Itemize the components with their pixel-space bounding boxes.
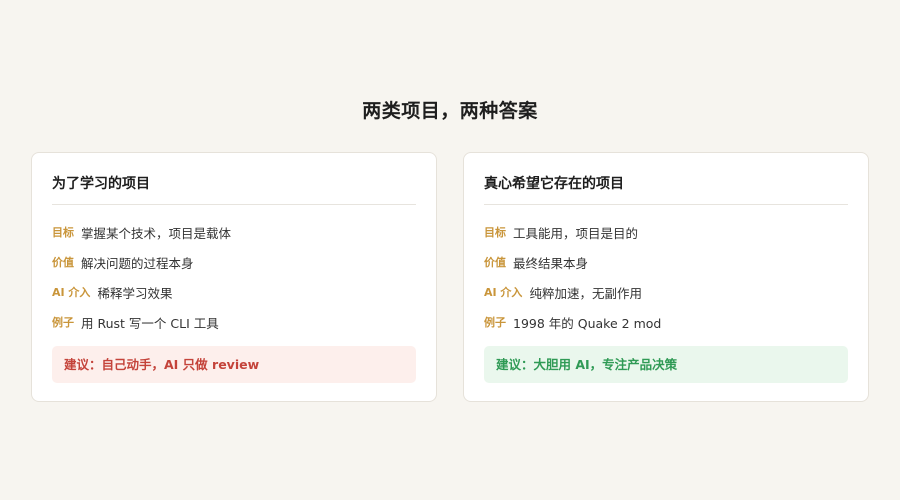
row-example: 例子 用 Rust 写一个 CLI 工具	[52, 307, 416, 337]
advice-banner: 建议：自己动手，AI 只做 review	[52, 346, 416, 383]
card-rows: 目标 掌握某个技术，项目是载体 价值 解决问题的过程本身 AI 介入 稀释学习效…	[52, 217, 416, 337]
row-value-item: 价值 解决问题的过程本身	[52, 247, 416, 277]
row-goal: 目标 工具能用，项目是目的	[484, 217, 848, 247]
advice-banner: 建议：大胆用 AI，专注产品决策	[484, 346, 848, 383]
row-label: AI 介入	[52, 286, 91, 299]
row-label: 价值	[484, 256, 506, 269]
row-label: 例子	[484, 316, 506, 329]
row-label: 例子	[52, 316, 74, 329]
row-value-item: 价值 最终结果本身	[484, 247, 848, 277]
row-value: 纯粹加速，无副作用	[529, 285, 642, 301]
row-value: 最终结果本身	[513, 255, 589, 271]
row-value: 工具能用，项目是目的	[513, 225, 639, 241]
page-title: 两类项目，两种答案	[362, 100, 538, 122]
learning-project-card: 为了学习的项目 目标 掌握某个技术，项目是载体 价值 解决问题的过程本身 AI …	[31, 152, 437, 402]
row-value: 用 Rust 写一个 CLI 工具	[81, 315, 219, 331]
row-value: 掌握某个技术，项目是载体	[81, 225, 232, 241]
row-ai-involvement: AI 介入 稀释学习效果	[52, 277, 416, 307]
card-title: 为了学习的项目	[52, 153, 416, 205]
row-label: AI 介入	[484, 286, 523, 299]
card-title: 真心希望它存在的项目	[484, 153, 848, 205]
row-label: 目标	[484, 226, 506, 239]
row-label: 价值	[52, 256, 74, 269]
row-value: 解决问题的过程本身	[81, 255, 194, 271]
row-value: 稀释学习效果	[97, 285, 173, 301]
wanted-project-card: 真心希望它存在的项目 目标 工具能用，项目是目的 价值 最终结果本身 AI 介入…	[463, 152, 869, 402]
row-value: 1998 年的 Quake 2 mod	[513, 315, 662, 331]
row-ai-involvement: AI 介入 纯粹加速，无副作用	[484, 277, 848, 307]
row-example: 例子 1998 年的 Quake 2 mod	[484, 307, 848, 337]
row-label: 目标	[52, 226, 74, 239]
card-rows: 目标 工具能用，项目是目的 价值 最终结果本身 AI 介入 纯粹加速，无副作用 …	[484, 217, 848, 337]
row-goal: 目标 掌握某个技术，项目是载体	[52, 217, 416, 247]
